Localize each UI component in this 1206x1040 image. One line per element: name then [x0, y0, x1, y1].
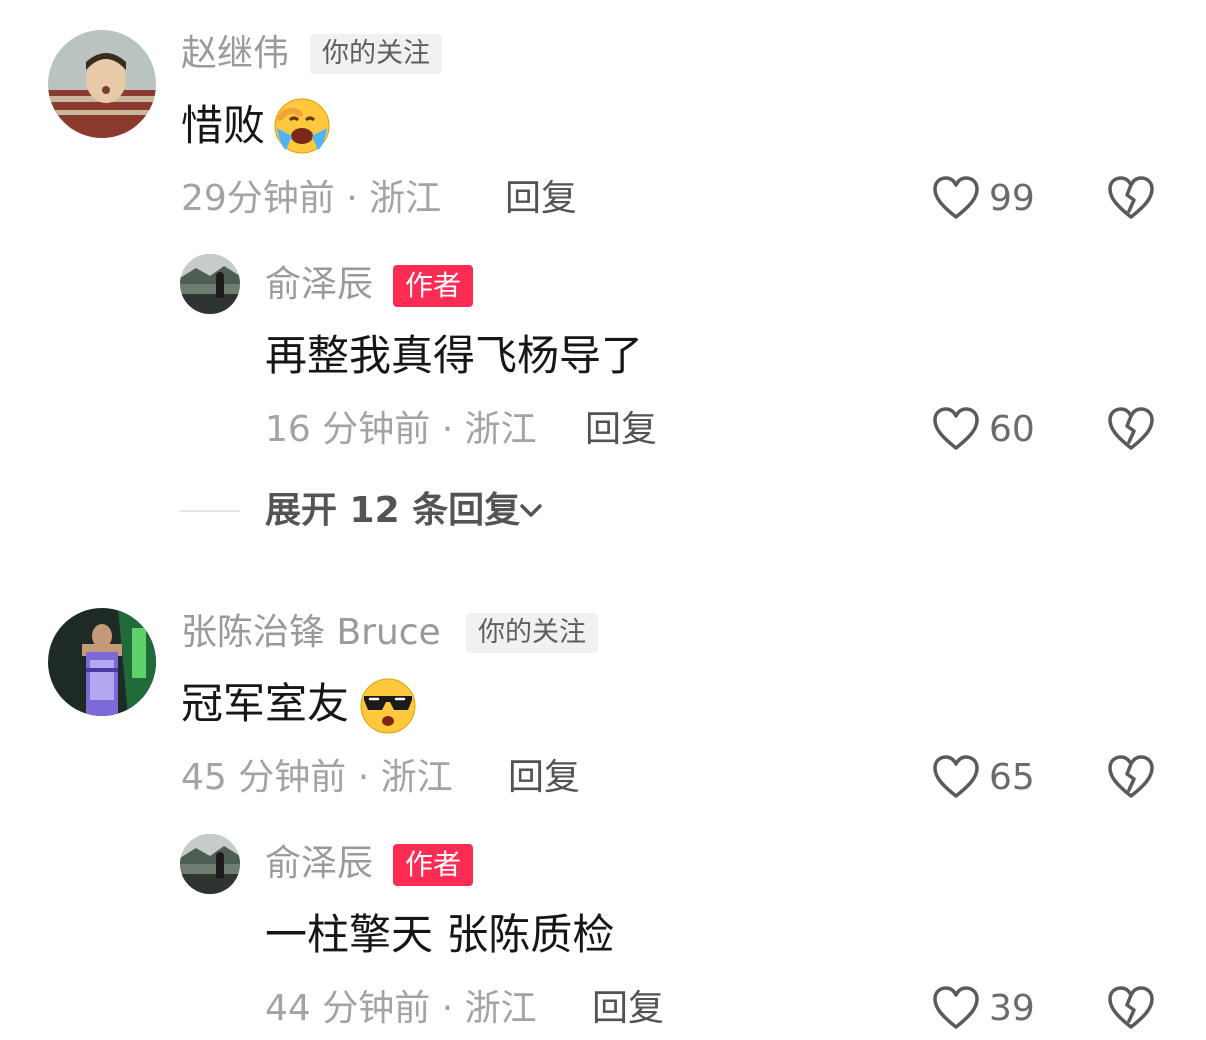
author-badge: 作者: [393, 844, 474, 886]
avatar-yuzechen[interactable]: [180, 254, 240, 314]
avatar-zhaojiwei[interactable]: [48, 30, 156, 138]
heart-outline-icon[interactable]: [932, 754, 980, 800]
avatar-yuzechen[interactable]: [180, 834, 240, 894]
broken-heart-icon[interactable]: [1107, 175, 1155, 221]
like-count: 60: [989, 409, 1035, 450]
like-count: 65: [989, 757, 1035, 798]
reply-button[interactable]: 回复: [592, 987, 664, 1031]
reply-button[interactable]: 回复: [505, 177, 577, 221]
broken-heart-icon[interactable]: [1107, 754, 1155, 800]
crying-emoji: [272, 96, 332, 156]
comment-time-location: 45 分钟前 · 浙江: [181, 757, 453, 798]
expand-divider: [180, 510, 240, 512]
reply-button[interactable]: 回复: [585, 408, 657, 452]
heart-outline-icon[interactable]: [932, 175, 980, 221]
chevron-down-icon[interactable]: [518, 500, 544, 522]
following-badge: 你的关注: [466, 613, 598, 653]
author-badge: 作者: [393, 265, 474, 307]
comment-text: 冠军室友: [181, 679, 350, 728]
comment-username[interactable]: 赵继伟: [181, 32, 289, 76]
heart-outline-icon[interactable]: [932, 406, 980, 452]
reply-time-location: 44 分钟前 · 浙江: [265, 988, 537, 1029]
expand-replies-button[interactable]: 展开 12 条回复: [265, 489, 520, 533]
reply-text: 一柱擎天 张陈质检: [265, 910, 615, 959]
reply-button[interactable]: 回复: [508, 756, 580, 800]
reply-text: 再整我真得飞杨导了: [265, 331, 644, 380]
comment-text: 惜败: [181, 101, 266, 150]
cool-sunglasses-emoji: [358, 676, 418, 736]
comment-username[interactable]: 张陈治锋 Bruce: [181, 611, 441, 655]
reply-username[interactable]: 俞泽辰: [265, 263, 373, 307]
like-count: 39: [989, 988, 1035, 1029]
broken-heart-icon[interactable]: [1107, 406, 1155, 452]
reply-username[interactable]: 俞泽辰: [265, 842, 373, 886]
comment-time-location: 29分钟前 · 浙江: [181, 178, 442, 219]
following-badge: 你的关注: [310, 34, 442, 74]
reply-time-location: 16 分钟前 · 浙江: [265, 409, 537, 450]
heart-outline-icon[interactable]: [932, 985, 980, 1031]
like-count: 99: [989, 178, 1035, 219]
broken-heart-icon[interactable]: [1107, 985, 1155, 1031]
avatar-zhangchenzhifeng[interactable]: [48, 608, 156, 716]
